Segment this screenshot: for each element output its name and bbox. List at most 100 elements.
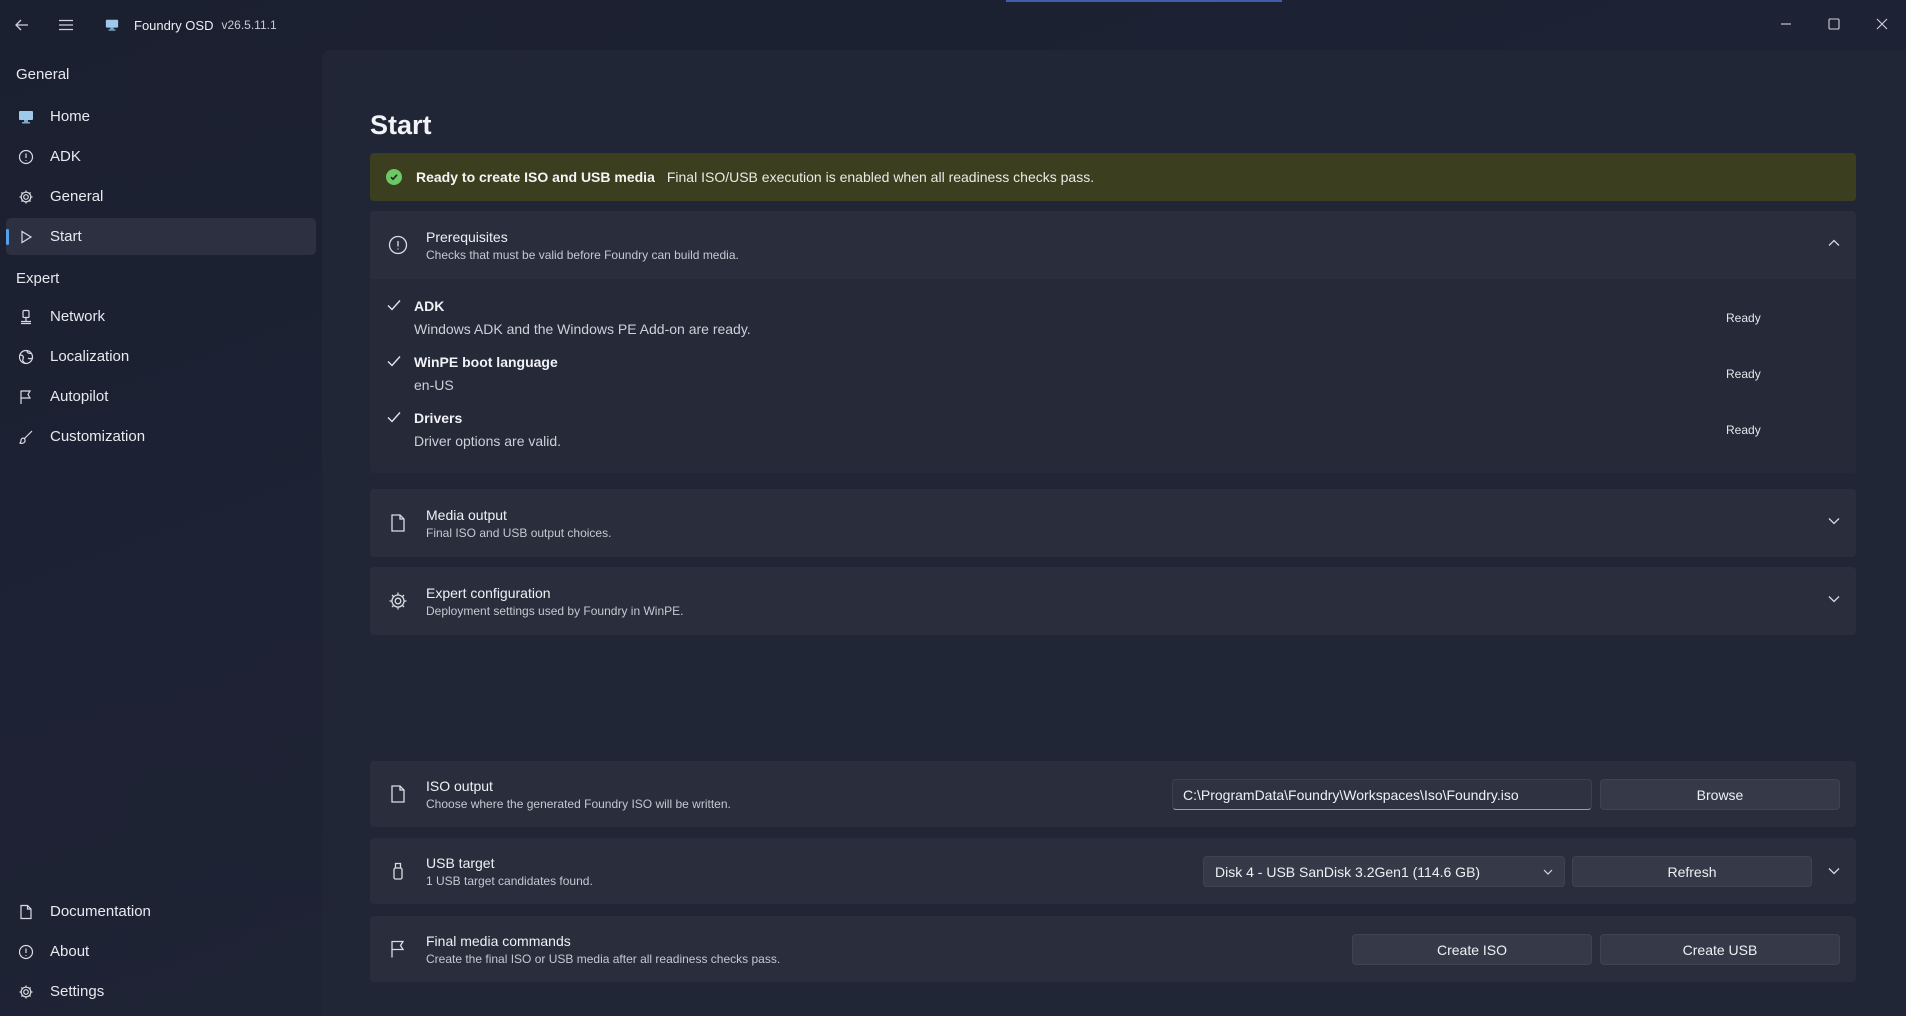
check-row-drivers: Drivers Driver options are valid. Ready (370, 403, 1856, 459)
info-icon (386, 233, 410, 257)
main-content: Start Ready to create ISO and USB media … (322, 50, 1906, 1016)
media-output-header[interactable]: Media output Final ISO and USB output ch… (370, 489, 1856, 557)
sidebar-item-localization[interactable]: Localization (6, 338, 316, 375)
back-arrow-icon (15, 19, 28, 31)
sidebar-item-label: General (50, 188, 104, 205)
page-title: Start (370, 110, 432, 140)
gear-icon (17, 983, 35, 1001)
check-row-adk: ADK Windows ADK and the Windows PE Add-o… (370, 291, 1856, 347)
sidebar-item-home[interactable]: Home (6, 98, 316, 135)
expert-config-subtitle: Deployment settings used by Foundry in W… (426, 603, 684, 618)
browse-button[interactable]: Browse (1600, 779, 1840, 810)
app-logo-icon (104, 17, 120, 33)
prerequisites-title: Prerequisites (426, 228, 508, 245)
sidebar-item-label: Autopilot (50, 388, 109, 405)
usb-drive-icon (386, 859, 410, 883)
chevron-down-icon[interactable] (1826, 513, 1842, 529)
checkmark-icon (387, 300, 401, 311)
globe-icon (17, 348, 35, 366)
sidebar-item-label: About (50, 943, 90, 960)
sidebar-item-label: ADK (50, 148, 81, 165)
sidebar-item-general[interactable]: General (6, 178, 316, 215)
sidebar-item-autopilot[interactable]: Autopilot (6, 378, 316, 415)
monitor-icon (17, 108, 35, 126)
sidebar-item-documentation[interactable]: Documentation (6, 893, 316, 930)
play-icon (17, 228, 35, 246)
final-commands-title: Final media commands (426, 932, 571, 949)
app-title: Foundry OSD (134, 17, 214, 33)
document-icon (17, 903, 35, 921)
flag-icon (17, 388, 35, 406)
prerequisites-list: ADK Windows ADK and the Windows PE Add-o… (370, 279, 1856, 473)
sidebar-item-label: Settings (50, 983, 105, 1000)
create-iso-button[interactable]: Create ISO (1352, 934, 1592, 965)
sidebar-section-expert: Expert (16, 269, 60, 287)
sidebar-item-about[interactable]: About (6, 933, 316, 970)
document-icon (386, 511, 410, 535)
iso-output-card: ISO output Choose where the generated Fo… (370, 761, 1856, 827)
usb-target-card: USB target 1 USB target candidates found… (370, 838, 1856, 904)
create-usb-button[interactable]: Create USB (1600, 934, 1840, 965)
close-icon (1876, 18, 1888, 30)
minimize-button[interactable] (1762, 0, 1810, 48)
gear-icon (17, 188, 35, 206)
check-status: Ready (1726, 311, 1761, 325)
close-button[interactable] (1858, 0, 1906, 48)
final-commands-card: Final media commands Create the final IS… (370, 916, 1856, 982)
checkmark-icon (387, 356, 401, 367)
iso-path-input[interactable]: C:\ProgramData\Foundry\Workspaces\Iso\Fo… (1172, 779, 1592, 810)
info-icon (17, 943, 35, 961)
media-output-card[interactable]: Media output Final ISO and USB output ch… (370, 489, 1856, 557)
sidebar-item-network[interactable]: Network (6, 298, 316, 335)
hamburger-icon (59, 19, 73, 31)
sidebar-item-customization[interactable]: Customization (6, 418, 316, 455)
maximize-icon (1828, 18, 1840, 30)
check-row-winpe-language: WinPE boot language en-US Ready (370, 347, 1856, 403)
final-commands-subtitle: Create the final ISO or USB media after … (426, 951, 781, 966)
sidebar-item-label: Start (50, 228, 82, 245)
network-icon (17, 308, 35, 326)
banner-message: Final ISO/USB execution is enabled when … (666, 169, 1095, 185)
success-check-icon (386, 169, 402, 185)
check-name: WinPE boot language (414, 354, 558, 370)
sidebar-section-general: General (16, 65, 70, 83)
media-output-subtitle: Final ISO and USB output choices. (426, 525, 612, 540)
maximize-button[interactable] (1810, 0, 1858, 48)
refresh-button[interactable]: Refresh (1572, 856, 1812, 887)
prerequisites-card: Prerequisites Checks that must be valid … (370, 211, 1856, 473)
sidebar-item-label: Documentation (50, 903, 151, 920)
usb-target-selected: Disk 4 - USB SanDisk 3.2Gen1 (114.6 GB) (1215, 863, 1481, 880)
sidebar-item-label: Network (50, 308, 106, 325)
check-name: Drivers (414, 410, 463, 426)
chevron-up-icon[interactable] (1826, 235, 1842, 251)
media-output-title: Media output (426, 506, 507, 523)
status-banner: Ready to create ISO and USB media Final … (370, 153, 1856, 201)
title-accent-line (1006, 0, 1282, 2)
sidebar-item-adk[interactable]: ADK (6, 138, 316, 175)
prerequisites-header[interactable]: Prerequisites Checks that must be valid … (370, 211, 1856, 279)
check-status: Ready (1726, 423, 1761, 437)
chevron-down-icon[interactable] (1826, 591, 1842, 607)
iso-output-title: ISO output (426, 777, 493, 794)
back-button[interactable] (0, 0, 44, 50)
banner-title: Ready to create ISO and USB media (416, 169, 655, 185)
expert-config-card[interactable]: Expert configuration Deployment settings… (370, 567, 1856, 635)
sidebar-item-label: Localization (50, 348, 130, 365)
expert-config-header[interactable]: Expert configuration Deployment settings… (370, 567, 1856, 635)
sidebar: General Home ADK General Start Expert Ne… (0, 50, 322, 1016)
minimize-icon (1781, 23, 1791, 25)
info-icon (17, 148, 35, 166)
prerequisites-subtitle: Checks that must be valid before Foundry… (426, 247, 739, 262)
sidebar-item-settings[interactable]: Settings (6, 973, 316, 1010)
check-description: Windows ADK and the Windows PE Add-on ar… (414, 321, 751, 337)
check-description: en-US (414, 377, 454, 393)
sidebar-item-start[interactable]: Start (6, 218, 316, 255)
check-status: Ready (1726, 367, 1761, 381)
chevron-down-icon[interactable] (1826, 863, 1842, 879)
document-icon (386, 782, 410, 806)
usb-target-select[interactable]: Disk 4 - USB SanDisk 3.2Gen1 (114.6 GB) (1203, 856, 1565, 887)
brush-icon (17, 428, 35, 446)
sidebar-item-label: Home (50, 108, 91, 125)
menu-button[interactable] (44, 0, 88, 50)
check-name: ADK (414, 298, 445, 314)
